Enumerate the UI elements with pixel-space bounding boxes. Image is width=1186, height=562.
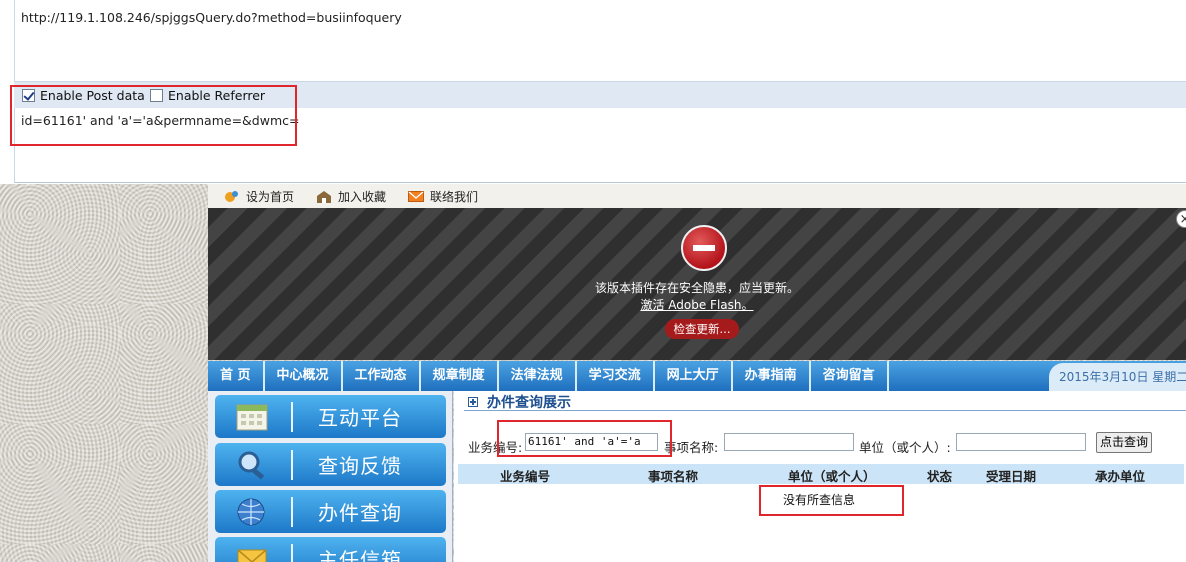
screenshot-root: http://119.1.108.246/spjggsQuery.do?meth… [0, 0, 1186, 562]
nav-item-consult[interactable]: 咨询留言 [811, 361, 889, 391]
menu-label: 主任信箱 [318, 548, 402, 562]
main-nav: 首 页 中心概况 工作动态 规章制度 法律法规 学习交流 网上大厅 办事指南 咨… [208, 361, 1186, 391]
calendar-icon [236, 404, 268, 430]
item-name-label: 事项名称: [664, 440, 719, 455]
url-textarea[interactable]: http://119.1.108.246/spjggsQuery.do?meth… [14, 0, 1186, 82]
col-unit: 单位（或个人） [788, 469, 876, 484]
results-table-header: 业务编号 事项名称 单位（或个人） 状态 受理日期 承办单位 [458, 464, 1184, 484]
top-links-bar: 设为首页 加入收藏 联络我们 [208, 184, 1186, 208]
set-home-label: 设为首页 [246, 189, 295, 204]
menu-separator [291, 496, 293, 527]
left-menu: 互动平台 查询反馈 办件查询 主任信箱 [208, 391, 453, 562]
envelope-icon [408, 190, 425, 202]
highlight-box-no-data [759, 485, 904, 516]
contact-link[interactable]: 联络我们 [408, 188, 478, 205]
nav-item-home[interactable]: 首 页 [208, 361, 265, 391]
home-star-icon [225, 190, 238, 202]
activate-flash-link[interactable]: 激活 Adobe Flash。 [208, 296, 1186, 313]
col-status: 状态 [927, 469, 953, 484]
add-favorite-link[interactable]: 加入收藏 [316, 188, 386, 205]
section-header: 办件查询展示 [468, 392, 571, 412]
url-text[interactable]: http://119.1.108.246/spjggsQuery.do?meth… [21, 10, 402, 25]
nav-item-online-hall[interactable]: 网上大厅 [655, 361, 733, 391]
set-home-link[interactable]: 设为首页 [224, 188, 294, 205]
item-name-input[interactable] [724, 433, 854, 451]
nav-item-overview[interactable]: 中心概况 [265, 361, 343, 391]
query-content: 办件查询展示 业务编号: 61161' and 'a'='a 事项名称: 单位（… [454, 391, 1186, 562]
nav-item-rules[interactable]: 规章制度 [421, 361, 499, 391]
menu-label: 查询反馈 [318, 454, 402, 478]
query-button[interactable]: 点击查询 [1096, 432, 1152, 453]
menu-separator [291, 401, 293, 432]
unit-label: 单位（或个人）: [859, 440, 951, 455]
house-icon [317, 190, 332, 203]
flash-plugin-blocked-panel: 该版本插件存在安全隐患，应当更新。 激活 Adobe Flash。 检查更新..… [208, 208, 1186, 360]
col-handling-unit: 承办单位 [1095, 469, 1146, 484]
menu-query-feedback[interactable]: 查询反馈 [215, 443, 446, 486]
menu-case-query[interactable]: 办件查询 [215, 490, 446, 533]
menu-separator [291, 449, 293, 480]
menu-separator [291, 543, 293, 562]
check-update-button[interactable]: 检查更新... [665, 319, 739, 339]
highlight-box-post [10, 85, 297, 146]
current-date: 2015年3月10日 星期二 [1049, 363, 1186, 391]
close-icon[interactable]: × [1176, 210, 1186, 228]
globe-icon [237, 498, 265, 525]
nav-item-guide[interactable]: 办事指南 [733, 361, 811, 391]
col-biz-no: 业务编号 [500, 469, 551, 484]
mail-icon [237, 548, 267, 562]
highlight-box-biz-no [497, 420, 672, 457]
expand-icon[interactable] [468, 397, 478, 407]
nav-item-laws[interactable]: 法律法规 [499, 361, 577, 391]
col-item-name: 事项名称 [648, 469, 699, 484]
magnifier-icon [238, 451, 265, 480]
add-favorite-label: 加入收藏 [338, 189, 387, 204]
section-title: 办件查询展示 [487, 395, 571, 411]
col-accept-date: 受理日期 [986, 469, 1037, 484]
activate-flash-text[interactable]: 激活 Adobe Flash。 [640, 298, 753, 312]
title-divider [464, 410, 1186, 411]
unit-input[interactable] [956, 433, 1086, 451]
menu-label: 办件查询 [318, 501, 402, 525]
blocked-icon [681, 225, 727, 271]
menu-interactive-platform[interactable]: 互动平台 [215, 395, 446, 438]
nav-item-exchange[interactable]: 学习交流 [577, 361, 655, 391]
flash-warning-message: 该版本插件存在安全隐患，应当更新。 [594, 281, 799, 295]
contact-label: 联络我们 [430, 189, 479, 204]
nav-item-news[interactable]: 工作动态 [343, 361, 421, 391]
menu-director-mailbox[interactable]: 主任信箱 [215, 537, 446, 562]
menu-label: 互动平台 [318, 406, 402, 430]
